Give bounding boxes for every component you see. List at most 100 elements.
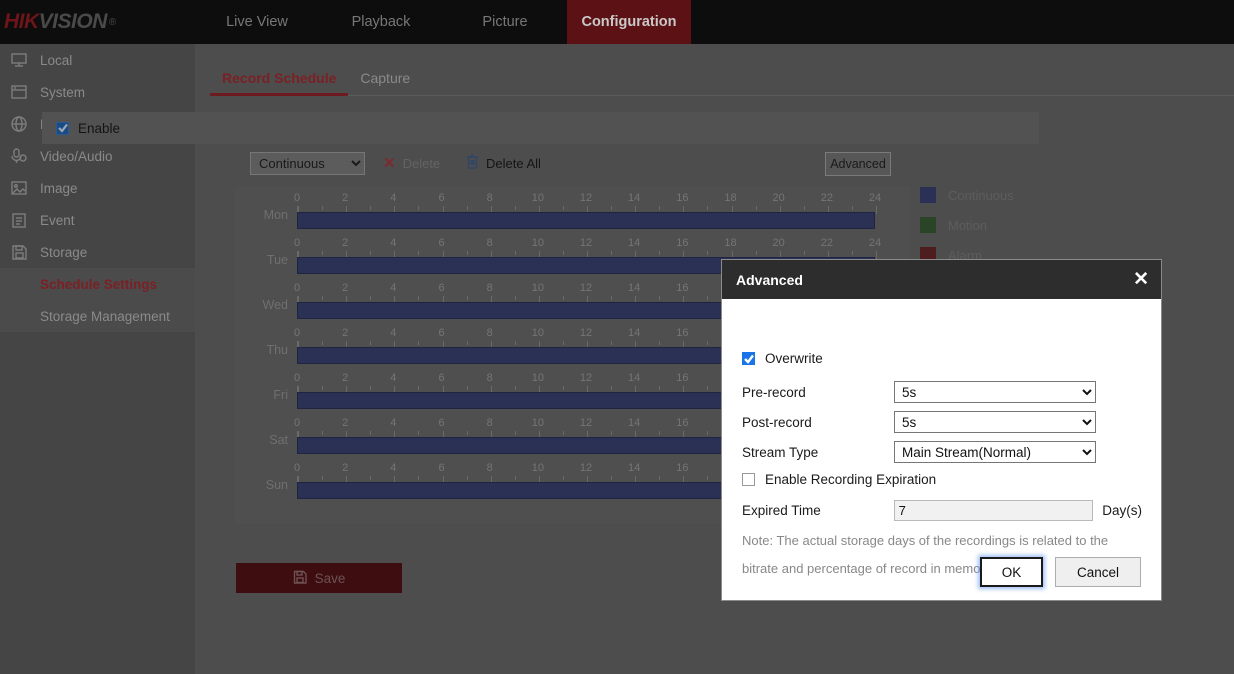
hour-tick-label: 12 bbox=[580, 372, 592, 384]
hour-tick-label: 12 bbox=[580, 462, 592, 474]
hour-tick-label: 8 bbox=[487, 327, 493, 339]
sidebar-item-local[interactable]: Local bbox=[0, 44, 195, 76]
top-nav: Live View Playback Picture Configuration bbox=[195, 0, 691, 44]
hour-tick-label: 6 bbox=[438, 417, 444, 429]
hour-tick-label: 10 bbox=[532, 282, 544, 294]
schedule-day-label: Tue bbox=[243, 253, 288, 267]
enable-label: Enable bbox=[78, 121, 120, 136]
recording-expiration-label: Enable Recording Expiration bbox=[765, 472, 936, 487]
hour-tick-label: 4 bbox=[390, 237, 396, 249]
hour-tick-label: 10 bbox=[532, 327, 544, 339]
hour-tick-label: 2 bbox=[342, 417, 348, 429]
hour-tick-label: 8 bbox=[487, 462, 493, 474]
overwrite-checkbox[interactable] bbox=[742, 352, 755, 365]
trash-icon bbox=[466, 154, 486, 172]
sidebar-item-event[interactable]: Event bbox=[0, 204, 195, 236]
sidebar-item-storage-management[interactable]: Storage Management bbox=[0, 300, 195, 332]
hour-tick-label: 16 bbox=[676, 192, 688, 204]
dialog-header: Advanced ✕ bbox=[722, 260, 1161, 299]
hour-tick-label: 14 bbox=[628, 372, 640, 384]
schedule-day-label: Sun bbox=[243, 478, 288, 492]
close-icon[interactable]: ✕ bbox=[1133, 270, 1149, 289]
hour-tick-label: 14 bbox=[628, 327, 640, 339]
hour-tick-label: 16 bbox=[676, 327, 688, 339]
save-label: Save bbox=[315, 571, 346, 586]
overwrite-label: Overwrite bbox=[765, 351, 823, 366]
schedule-day-label: Wed bbox=[243, 298, 288, 312]
hour-tick-label: 22 bbox=[821, 237, 833, 249]
ok-button[interactable]: OK bbox=[980, 557, 1043, 587]
picture-icon bbox=[10, 178, 40, 198]
delete-button: ✕ Delete bbox=[383, 154, 440, 172]
delete-all-button[interactable]: Delete All bbox=[466, 154, 541, 172]
schedule-bar[interactable] bbox=[297, 212, 875, 229]
hour-tick-label: 4 bbox=[390, 282, 396, 294]
globe-icon bbox=[10, 114, 40, 134]
hour-tick-label: 2 bbox=[342, 282, 348, 294]
expired-time-unit: Day(s) bbox=[1102, 503, 1142, 518]
dialog-body: Overwrite Pre-record No Pre-record5s10s1… bbox=[722, 299, 1161, 601]
pre-record-row: Pre-record No Pre-record5s10s15s20s25s30… bbox=[742, 381, 1142, 403]
schedule-toolbar: ContinuousMotionAlarm ✕ Delete Delete Al… bbox=[250, 152, 910, 176]
hour-tick-label: 14 bbox=[628, 417, 640, 429]
hour-tick-label: 2 bbox=[342, 237, 348, 249]
hour-tick-label: 22 bbox=[821, 192, 833, 204]
sidebar-label-local: Local bbox=[40, 53, 72, 68]
hour-tick-label: 6 bbox=[438, 462, 444, 474]
hour-tick-label: 0 bbox=[294, 282, 300, 294]
hour-tick-label: 8 bbox=[487, 192, 493, 204]
logo-hik-text: HIK bbox=[4, 10, 39, 34]
hour-tick-label: 8 bbox=[487, 372, 493, 384]
hour-tick-label: 12 bbox=[580, 237, 592, 249]
schedule-day-label: Thu bbox=[243, 343, 288, 357]
stream-type-label: Stream Type bbox=[742, 445, 894, 460]
hour-tick-label: 2 bbox=[342, 372, 348, 384]
microphone-icon bbox=[10, 146, 40, 166]
hour-tick-label: 2 bbox=[342, 192, 348, 204]
sidebar-item-storage[interactable]: Storage bbox=[0, 236, 195, 268]
nav-tab-live-view[interactable]: Live View bbox=[195, 0, 319, 44]
hour-tick-label: 8 bbox=[487, 417, 493, 429]
cancel-button[interactable]: Cancel bbox=[1055, 557, 1141, 587]
floppy-icon bbox=[10, 242, 40, 262]
enable-row: Enable bbox=[42, 112, 1039, 144]
hour-tick-label: 24 bbox=[869, 192, 881, 204]
stream-type-row: Stream Type Main Stream(Normal)Sub Strea… bbox=[742, 441, 1142, 463]
pre-record-select[interactable]: No Pre-record5s10s15s20s25s30s bbox=[894, 381, 1096, 403]
nav-tab-playback[interactable]: Playback bbox=[319, 0, 443, 44]
sidebar-item-system[interactable]: System bbox=[0, 76, 195, 108]
legend-label: Continuous bbox=[948, 188, 1014, 203]
advanced-button[interactable]: Advanced bbox=[825, 152, 891, 176]
sidebar-item-image[interactable]: Image bbox=[0, 172, 195, 204]
recording-expiration-checkbox[interactable] bbox=[742, 473, 755, 486]
hour-tick-label: 20 bbox=[773, 237, 785, 249]
sidebar-item-schedule-settings[interactable]: Schedule Settings bbox=[0, 268, 195, 300]
tab-capture[interactable]: Capture bbox=[348, 70, 422, 96]
hour-tick-label: 8 bbox=[487, 282, 493, 294]
hour-tick-label: 12 bbox=[580, 192, 592, 204]
monitor-icon bbox=[10, 50, 40, 70]
nav-tab-picture[interactable]: Picture bbox=[443, 0, 567, 44]
dialog-buttons: OK Cancel bbox=[980, 557, 1141, 587]
expired-time-input[interactable] bbox=[894, 500, 1094, 521]
schedule-row[interactable]: Mon024681012141618202224 bbox=[235, 186, 910, 231]
hour-tick-label: 20 bbox=[773, 192, 785, 204]
hour-tick-label: 14 bbox=[628, 462, 640, 474]
hour-tick-label: 14 bbox=[628, 192, 640, 204]
sidebar-label-image: Image bbox=[40, 181, 78, 196]
stream-type-select[interactable]: Main Stream(Normal)Sub StreamThird Strea… bbox=[894, 441, 1096, 463]
sidebar-item-video-audio[interactable]: Video/Audio bbox=[0, 140, 195, 172]
nav-tab-configuration[interactable]: Configuration bbox=[567, 0, 691, 44]
tab-record-schedule[interactable]: Record Schedule bbox=[210, 70, 348, 96]
save-button[interactable]: Save bbox=[236, 563, 402, 593]
hour-tick-label: 16 bbox=[676, 282, 688, 294]
hour-tick-label: 4 bbox=[390, 462, 396, 474]
enable-checkbox[interactable] bbox=[56, 122, 69, 135]
schedule-day-label: Mon bbox=[243, 208, 288, 222]
hour-tick-label: 2 bbox=[342, 462, 348, 474]
hour-tick-label: 0 bbox=[294, 327, 300, 339]
post-record-label: Post-record bbox=[742, 415, 894, 430]
record-type-select[interactable]: ContinuousMotionAlarm bbox=[250, 152, 365, 175]
hour-tick-label: 0 bbox=[294, 462, 300, 474]
post-record-select[interactable]: 5s10s30s1min2min5min10min bbox=[894, 411, 1096, 433]
